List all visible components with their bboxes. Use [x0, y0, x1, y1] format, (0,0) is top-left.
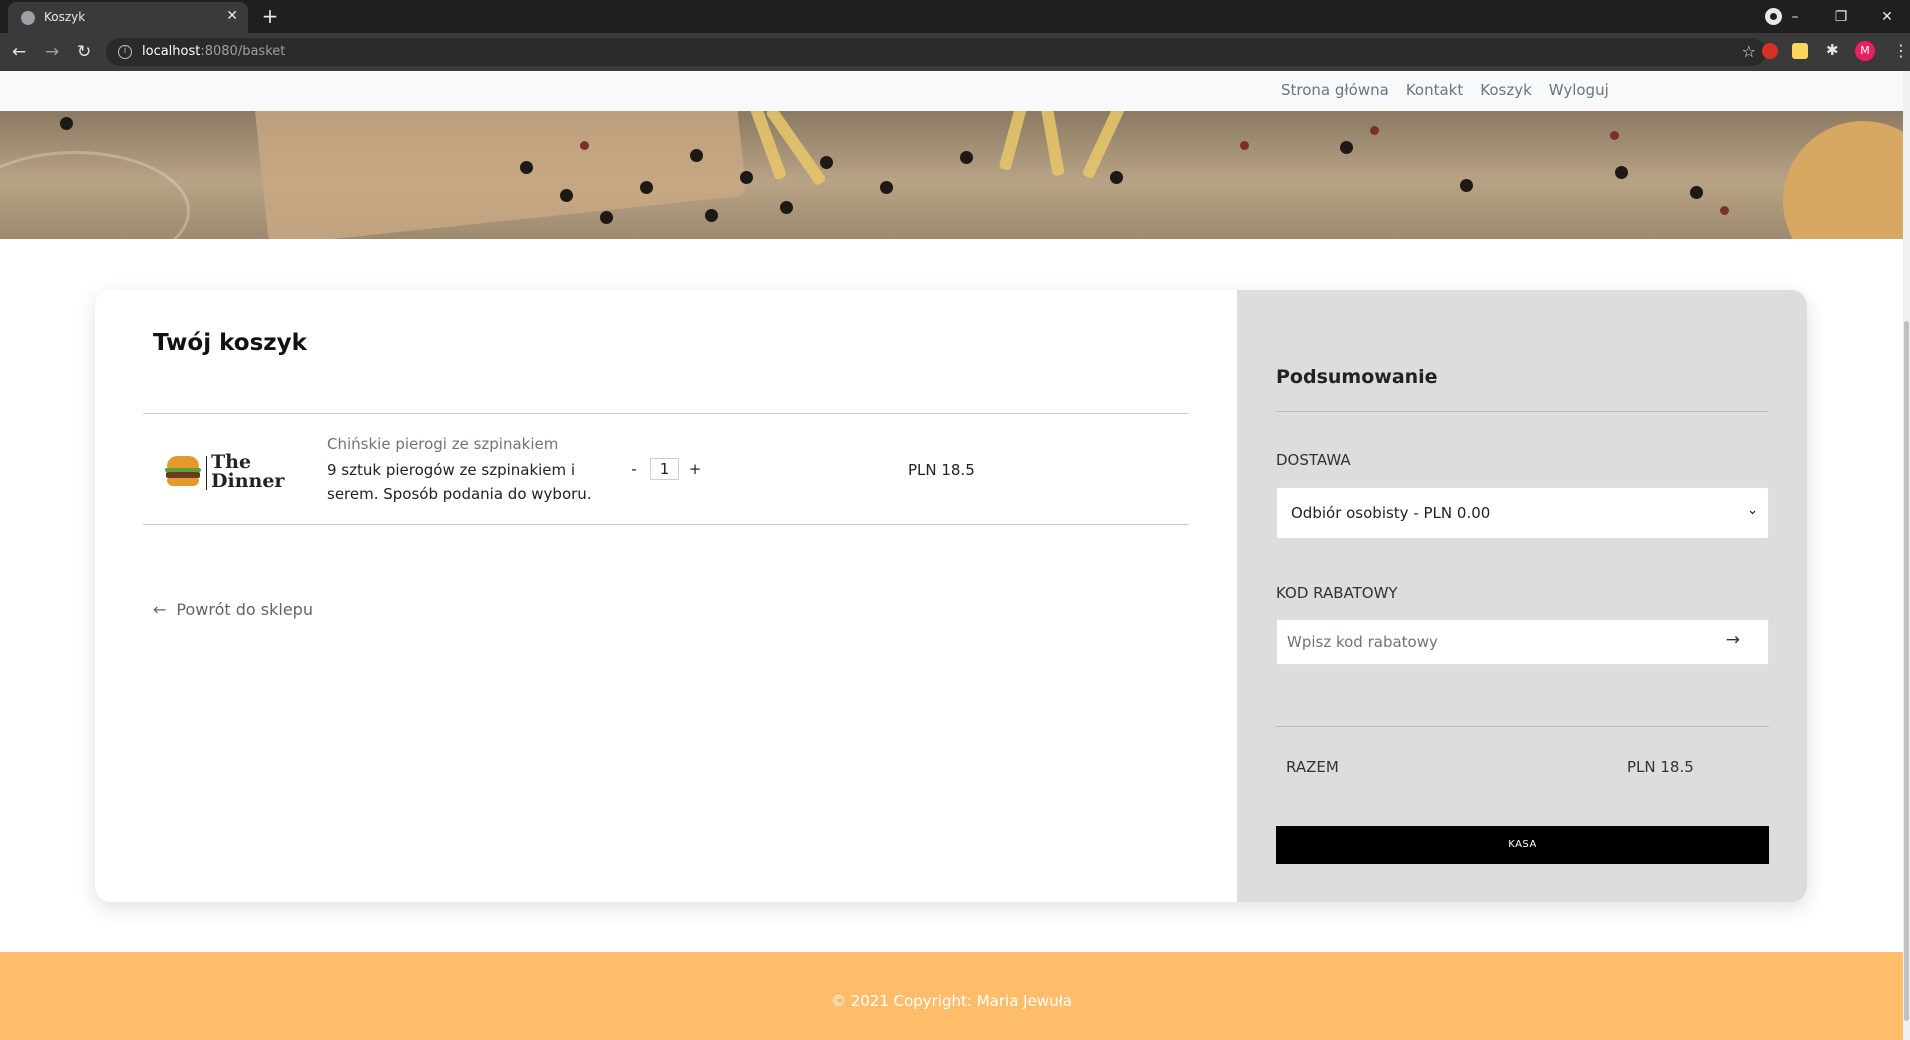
footer: © 2021 Copyright: Maria Jewuła	[0, 952, 1903, 1040]
basket-panel: Twój koszyk The Dinner Chińskie pierogi z…	[95, 290, 1237, 902]
quantity-stepper: - 1 +	[625, 458, 704, 480]
minimize-button[interactable]: –	[1772, 9, 1818, 25]
nav-link-logout[interactable]: Wyloguj	[1549, 81, 1609, 99]
summary-panel: Podsumowanie DOSTAWA Odbiór osobisty - P…	[1237, 290, 1807, 902]
nav-link-basket[interactable]: Koszyk	[1480, 81, 1532, 99]
apply-promo-arrow-icon[interactable]: →	[1726, 630, 1740, 650]
increase-quantity-button[interactable]: +	[686, 460, 704, 478]
divider	[143, 524, 1189, 525]
page: Strona główna Kontakt Koszyk Wyloguj Twó…	[0, 71, 1903, 1040]
back-to-shop-label: Powrót do sklepu	[176, 600, 313, 619]
divider	[1276, 411, 1769, 412]
divider	[143, 413, 1189, 414]
product-logo: The Dinner	[165, 450, 285, 496]
arrow-left-icon: ←	[153, 600, 167, 619]
hero-banner-image	[0, 111, 1903, 239]
promo-code-placeholder: Wpisz kod rabatowy	[1287, 633, 1438, 651]
globe-icon	[21, 11, 35, 25]
item-name: Chińskie pierogi ze szpinakiem	[327, 435, 559, 453]
close-tab-icon[interactable]: ✕	[226, 8, 238, 24]
scrollbar-thumb[interactable]	[1904, 321, 1909, 1021]
back-to-shop-link[interactable]: ← Powrót do sklepu	[153, 600, 313, 619]
nav-link-home[interactable]: Strona główna	[1281, 81, 1389, 99]
extension-yellow-icon[interactable]	[1792, 43, 1808, 59]
total-label: RAZEM	[1286, 758, 1339, 776]
top-navbar: Strona główna Kontakt Koszyk Wyloguj	[0, 71, 1903, 111]
reload-icon[interactable]: ↻	[77, 42, 91, 62]
browser-toolbar: ← → ↻ i localhost:8080/basket ☆ ✱ M ⋮	[0, 33, 1910, 71]
copyright-text: © 2021 Copyright: Maria Jewuła	[830, 992, 1073, 1010]
burger-icon	[165, 456, 201, 488]
new-tab-button[interactable]: +	[258, 5, 282, 29]
quantity-input[interactable]: 1	[650, 458, 679, 480]
summary-title: Podsumowanie	[1276, 366, 1438, 388]
item-description: 9 sztuk pierogów ze szpinakiem i serem. …	[327, 461, 592, 503]
tab-title: Koszyk	[44, 10, 86, 24]
basket-card: Twój koszyk The Dinner Chińskie pierogi z…	[95, 290, 1807, 902]
browser-tab[interactable]: Koszyk ✕	[8, 2, 248, 33]
browser-menu-icon[interactable]: ⋮	[1893, 41, 1909, 60]
url-text: localhost:8080/basket	[142, 44, 286, 59]
info-icon[interactable]: i	[118, 45, 132, 59]
window-controls: – ❐ ✕	[1772, 0, 1910, 33]
basket-title: Twój koszyk	[153, 330, 307, 356]
item-price: PLN 18.5	[908, 461, 975, 479]
total-value: PLN 18.5	[1627, 758, 1694, 776]
decrease-quantity-button[interactable]: -	[625, 460, 643, 478]
extensions-puzzle-icon[interactable]: ✱	[1826, 41, 1842, 59]
chevron-down-icon: ⌄	[1747, 503, 1758, 518]
bookmark-star-icon[interactable]: ☆	[1742, 42, 1756, 61]
delivery-selected-value: Odbiór osobisty - PLN 0.00	[1291, 504, 1491, 522]
extension-red-icon[interactable]	[1762, 43, 1778, 59]
promo-code-field[interactable]: Wpisz kod rabatowy →	[1276, 619, 1769, 665]
restore-button[interactable]: ❐	[1818, 9, 1864, 25]
nav-links: Strona główna Kontakt Koszyk Wyloguj	[1281, 81, 1609, 99]
checkout-button[interactable]: KASA	[1276, 826, 1769, 864]
browser-tab-bar: Koszyk ✕ + – ❐ ✕	[0, 0, 1910, 33]
address-bar[interactable]: i localhost:8080/basket ☆	[106, 38, 1766, 66]
back-arrow-icon[interactable]: ←	[12, 42, 26, 62]
profile-avatar[interactable]: M	[1855, 41, 1875, 61]
nav-link-contact[interactable]: Kontakt	[1406, 81, 1463, 99]
divider	[1276, 726, 1769, 727]
delivery-label: DOSTAWA	[1276, 451, 1351, 469]
logo-text: The Dinner	[211, 451, 285, 492]
close-window-button[interactable]: ✕	[1864, 9, 1910, 25]
delivery-select[interactable]: Odbiór osobisty - PLN 0.00 ⌄	[1276, 487, 1769, 539]
forward-arrow-icon[interactable]: →	[45, 42, 59, 62]
page-scrollbar[interactable]	[1903, 71, 1910, 1040]
promo-code-label: KOD RABATOWY	[1276, 584, 1398, 602]
